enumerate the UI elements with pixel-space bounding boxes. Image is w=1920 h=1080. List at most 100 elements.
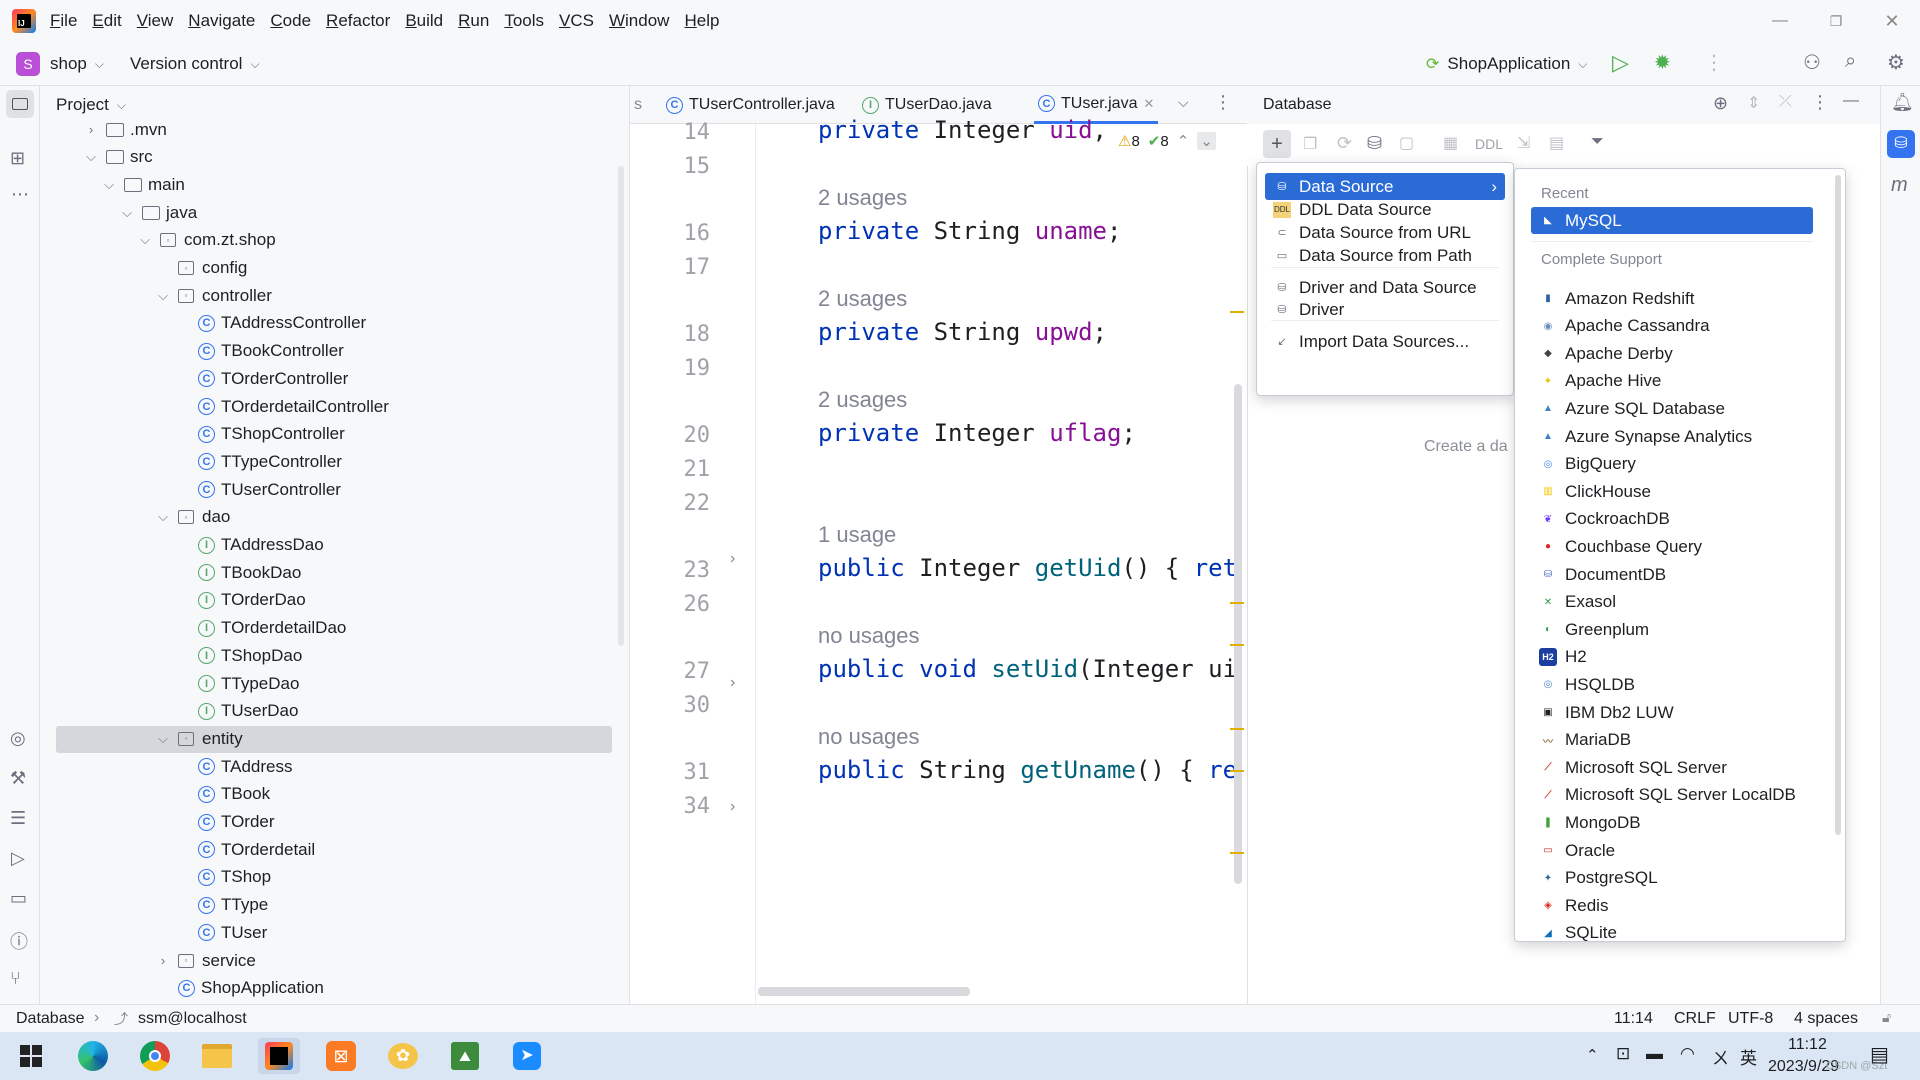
project-widget[interactable]: S shop ⌵ <box>16 51 104 77</box>
datasource-item-microsoft-sql-server[interactable]: ⟋ Microsoft SQL Server <box>1531 754 1813 781</box>
expand-icon[interactable]: ⇕ <box>1747 93 1760 113</box>
tree-node-tshop[interactable]: C TShop <box>174 864 271 891</box>
db-properties-icon[interactable]: ⛁ <box>1367 133 1382 154</box>
datasource-item-azure-sql-database[interactable]: ▲ Azure SQL Database <box>1531 395 1813 422</box>
datasource-item-greenplum[interactable]: ◐ Greenplum <box>1531 616 1813 643</box>
chevron-down-icon[interactable]: ⌵ <box>154 730 172 748</box>
stop-icon[interactable]: ▢ <box>1399 133 1414 153</box>
datasource-item-ibm-db2-luw[interactable]: ▣ IBM Db2 LUW <box>1531 699 1813 726</box>
tree-node-controller[interactable]: ⌵ ▫ controller <box>154 282 272 309</box>
settings-icon[interactable]: ⚙ <box>1887 50 1905 75</box>
usage-hint[interactable]: 1 usage <box>818 522 896 548</box>
vertical-scrollbar[interactable] <box>1234 384 1242 884</box>
app-icon[interactable]: ⛰ <box>444 1038 486 1074</box>
datasource-item-postgresql[interactable]: ✦ PostgreSQL <box>1531 865 1813 892</box>
datasource-item-couchbase-query[interactable]: ● Couchbase Query <box>1531 533 1813 560</box>
tray-chevron-up-icon[interactable]: ⌃ <box>1586 1046 1599 1064</box>
panel-more-icon[interactable]: ⋮ <box>1811 92 1829 113</box>
file-encoding[interactable]: UTF-8 <box>1728 1010 1773 1028</box>
battery-icon[interactable]: ▬ <box>1646 1044 1663 1064</box>
new-menu-item-import-data-sources[interactable]: ↙ Import Data Sources... <box>1265 328 1505 355</box>
tabs-dropdown-icon[interactable]: ⌵ <box>1178 94 1189 111</box>
chevron-down-icon[interactable]: ⌄ <box>1197 132 1216 150</box>
tree-scrollbar[interactable] <box>618 166 624 646</box>
datasource-item-oracle[interactable]: ▭ Oracle <box>1531 837 1813 864</box>
line-separator[interactable]: CRLF <box>1674 1010 1716 1028</box>
chevron-down-icon[interactable]: ⌵ <box>82 148 100 166</box>
tree-node-tbookdao[interactable]: I TBookDao <box>174 559 301 586</box>
console-icon[interactable]: ▤ <box>1549 133 1564 153</box>
tree-node-com-zt-shop[interactable]: ⌵ ▫ com.zt.shop <box>136 227 276 254</box>
tabs-more-icon[interactable]: ⋮ <box>1214 92 1232 113</box>
datasource-item-apache-derby[interactable]: ◆ Apache Derby <box>1531 340 1813 367</box>
tree-node-dao[interactable]: ⌵ ▫ dao <box>154 504 230 531</box>
tree-node-java[interactable]: ⌵ java <box>118 199 197 226</box>
datasource-item-exasol[interactable]: ✕ Exasol <box>1531 589 1813 616</box>
new-menu-item-driver[interactable]: ⛁ Driver <box>1265 296 1505 323</box>
chevron-down-icon[interactable]: ⌵ <box>118 204 136 222</box>
tree-node-ttype[interactable]: C TType <box>174 892 268 919</box>
hide-panel-icon[interactable]: — <box>1843 92 1859 110</box>
status-crumb-database[interactable]: Database <box>16 1010 85 1028</box>
tree-node-torderdetail[interactable]: C TOrderdetail <box>174 836 315 863</box>
tree-node-tuser[interactable]: C TUser <box>174 919 267 946</box>
account-icon[interactable]: ⚇ <box>1803 50 1821 75</box>
build-tool-icon[interactable]: ⚒ <box>10 768 26 789</box>
fold-icon[interactable]: › <box>730 674 735 692</box>
menu-window[interactable]: Window <box>609 11 669 31</box>
jump-icon[interactable]: ⇲ <box>1517 133 1530 153</box>
tree-node-tordercontroller[interactable]: C TOrderController <box>174 365 348 392</box>
usage-hint[interactable]: 2 usages <box>818 185 907 211</box>
intellij-taskbar-icon[interactable] <box>258 1038 300 1074</box>
structure-tool-icon[interactable]: ⊞ <box>10 148 25 169</box>
tab-partial[interactable]: s <box>634 86 642 124</box>
run-config-widget[interactable]: ⟳ ShopApplication ⌵ <box>1426 51 1587 77</box>
git-tool-icon[interactable]: ⑂ <box>10 968 21 989</box>
submenu-scrollbar[interactable] <box>1835 175 1841 835</box>
problems-tool-icon[interactable]: ⓘ <box>10 928 28 954</box>
menu-view[interactable]: View <box>137 11 174 31</box>
datasource-item-h2[interactable]: H2 H2 <box>1531 644 1813 671</box>
menu-run[interactable]: Run <box>458 11 489 31</box>
tree-node-taddresscontroller[interactable]: C TAddressController <box>174 310 366 337</box>
database-changes-icon[interactable]: ☰ <box>10 808 26 829</box>
tree-node-service[interactable]: › ▫ service <box>154 947 256 974</box>
debug-icon[interactable]: ✹ <box>1654 50 1671 75</box>
tree-node-mvn[interactable]: › .mvn <box>82 116 167 143</box>
restore-button[interactable]: ❐ <box>1808 13 1864 30</box>
add-icon[interactable]: + <box>1263 130 1291 158</box>
tree-node-tbookcontroller[interactable]: C TBookController <box>174 338 344 365</box>
notifications-icon[interactable]: 🔔︎ <box>1891 92 1914 113</box>
tree-node-main[interactable]: ⌵ main <box>100 171 185 198</box>
menu-refactor[interactable]: Refactor <box>326 11 390 31</box>
tree-node-torder[interactable]: C TOrder <box>174 809 275 836</box>
menu-edit[interactable]: Edit <box>92 11 121 31</box>
minimize-button[interactable]: — <box>1752 12 1808 30</box>
tree-node-tshopcontroller[interactable]: C TShopController <box>174 421 345 448</box>
search-icon[interactable]: ⌕ <box>1845 50 1856 73</box>
menu-file[interactable]: File <box>50 11 77 31</box>
vcs-widget[interactable]: Version control ⌵ <box>130 51 260 77</box>
ime-language[interactable]: 英 <box>1740 1044 1757 1069</box>
chevron-down-icon[interactable]: ⌵ <box>136 231 154 249</box>
services-tool-icon[interactable]: ◎ <box>10 728 26 749</box>
usage-hint[interactable]: no usages <box>818 724 920 750</box>
tree-node-tbook[interactable]: C TBook <box>174 781 270 808</box>
datasource-item-documentdb[interactable]: ⛁ DocumentDB <box>1531 561 1813 588</box>
tree-node-tshopdao[interactable]: I TShopDao <box>174 642 302 669</box>
new-menu-item-data-source-from-path[interactable]: ▭ Data Source from Path <box>1265 242 1505 269</box>
tree-node-taddress[interactable]: C TAddress <box>174 753 293 780</box>
tree-node-torderdao[interactable]: I TOrderDao <box>174 587 306 614</box>
chevron-right-icon[interactable]: › <box>82 121 100 139</box>
tray-app-icon[interactable]: ⊡ <box>1616 1044 1630 1064</box>
datasource-item-hsqldb[interactable]: ◎ HSQLDB <box>1531 671 1813 698</box>
indent-setting[interactable]: 4 spaces <box>1794 1010 1858 1028</box>
chevron-up-icon[interactable]: ⌃ <box>1177 132 1190 150</box>
usage-hint[interactable]: no usages <box>818 623 920 649</box>
caret-position[interactable]: 11:14 <box>1614 1010 1653 1028</box>
project-tool-icon[interactable] <box>6 90 34 118</box>
datasource-item-mysql[interactable]: ◣ MySQL <box>1531 207 1813 234</box>
tree-node-src[interactable]: ⌵ src <box>82 144 153 171</box>
more-tools-icon[interactable]: ⋯ <box>11 184 29 205</box>
close-button[interactable]: ✕ <box>1864 11 1920 32</box>
